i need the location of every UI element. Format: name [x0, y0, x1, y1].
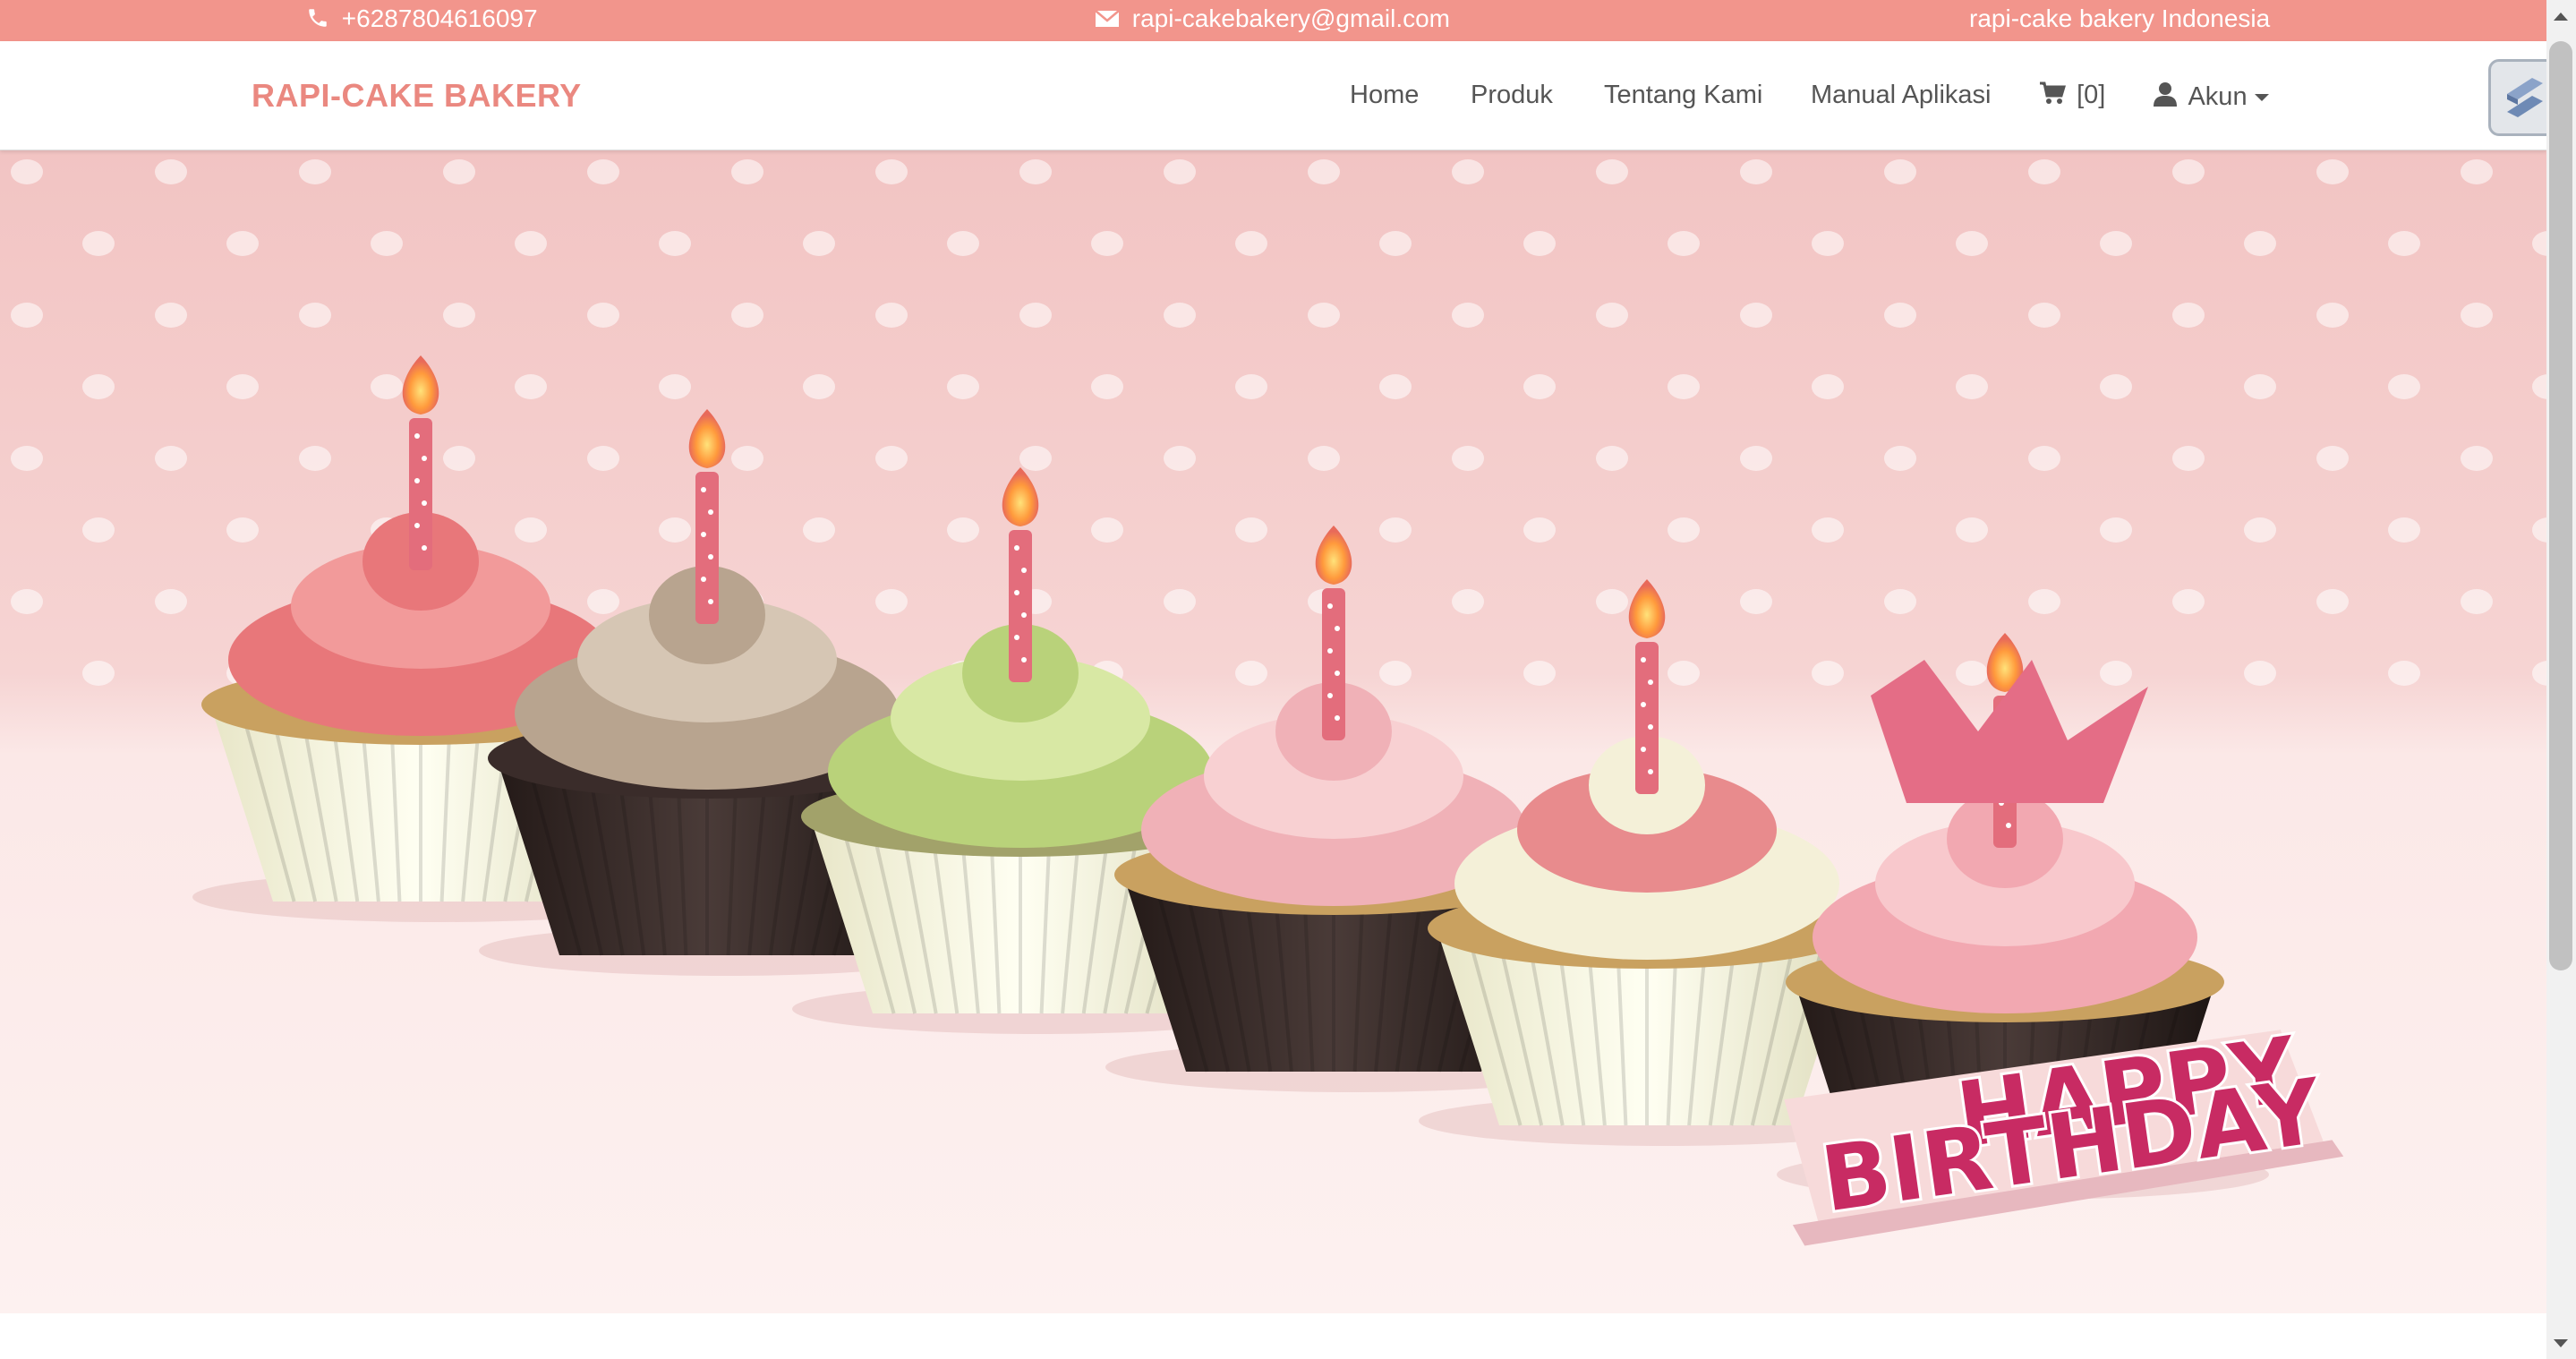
phone-contact: +6287804616097 — [306, 4, 538, 34]
nav-cart[interactable]: [0] — [2039, 81, 2105, 110]
envelope-icon — [1095, 4, 1132, 32]
main-navbar: RAPI-CAKE BAKERY Home Produk Tentang Kam… — [0, 41, 2546, 150]
nav-produk[interactable]: Produk — [1471, 81, 1553, 110]
account-label: Akun — [2188, 82, 2248, 111]
scroll-up-arrow-icon[interactable] — [2554, 13, 2568, 21]
brand-logo-text[interactable]: RAPI-CAKE BAKERY — [252, 77, 582, 115]
nav-account-dropdown[interactable]: Akun — [2152, 81, 2269, 112]
cart-count: [0] — [2077, 81, 2106, 109]
hero-banner: HAPPY BIRTHDAY — [0, 150, 2546, 1313]
contact-bar: +6287804616097 rapi-cakebakery@gmail.com… — [0, 0, 2546, 41]
nav-home[interactable]: Home — [1350, 81, 1419, 110]
scrollbar-thumb[interactable] — [2549, 41, 2572, 970]
nav-tentang-kami[interactable]: Tentang Kami — [1604, 81, 1762, 110]
chevron-down-icon — [2254, 94, 2269, 101]
hero-cupcakes-illustration: HAPPY BIRTHDAY — [0, 150, 2546, 1313]
page-scrollbar[interactable] — [2546, 0, 2576, 1359]
cart-icon — [2039, 81, 2077, 109]
phone-number: +6287804616097 — [341, 4, 538, 32]
user-icon — [2152, 82, 2188, 111]
scroll-down-arrow-icon[interactable] — [2554, 1339, 2568, 1347]
phone-icon — [306, 4, 342, 32]
nav-manual-aplikasi[interactable]: Manual Aplikasi — [1811, 81, 1992, 110]
email-contact: rapi-cakebakery@gmail.com — [1095, 4, 1450, 34]
email-address: rapi-cakebakery@gmail.com — [1131, 4, 1450, 32]
region-label: rapi-cake bakery Indonesia — [1969, 4, 2271, 32]
